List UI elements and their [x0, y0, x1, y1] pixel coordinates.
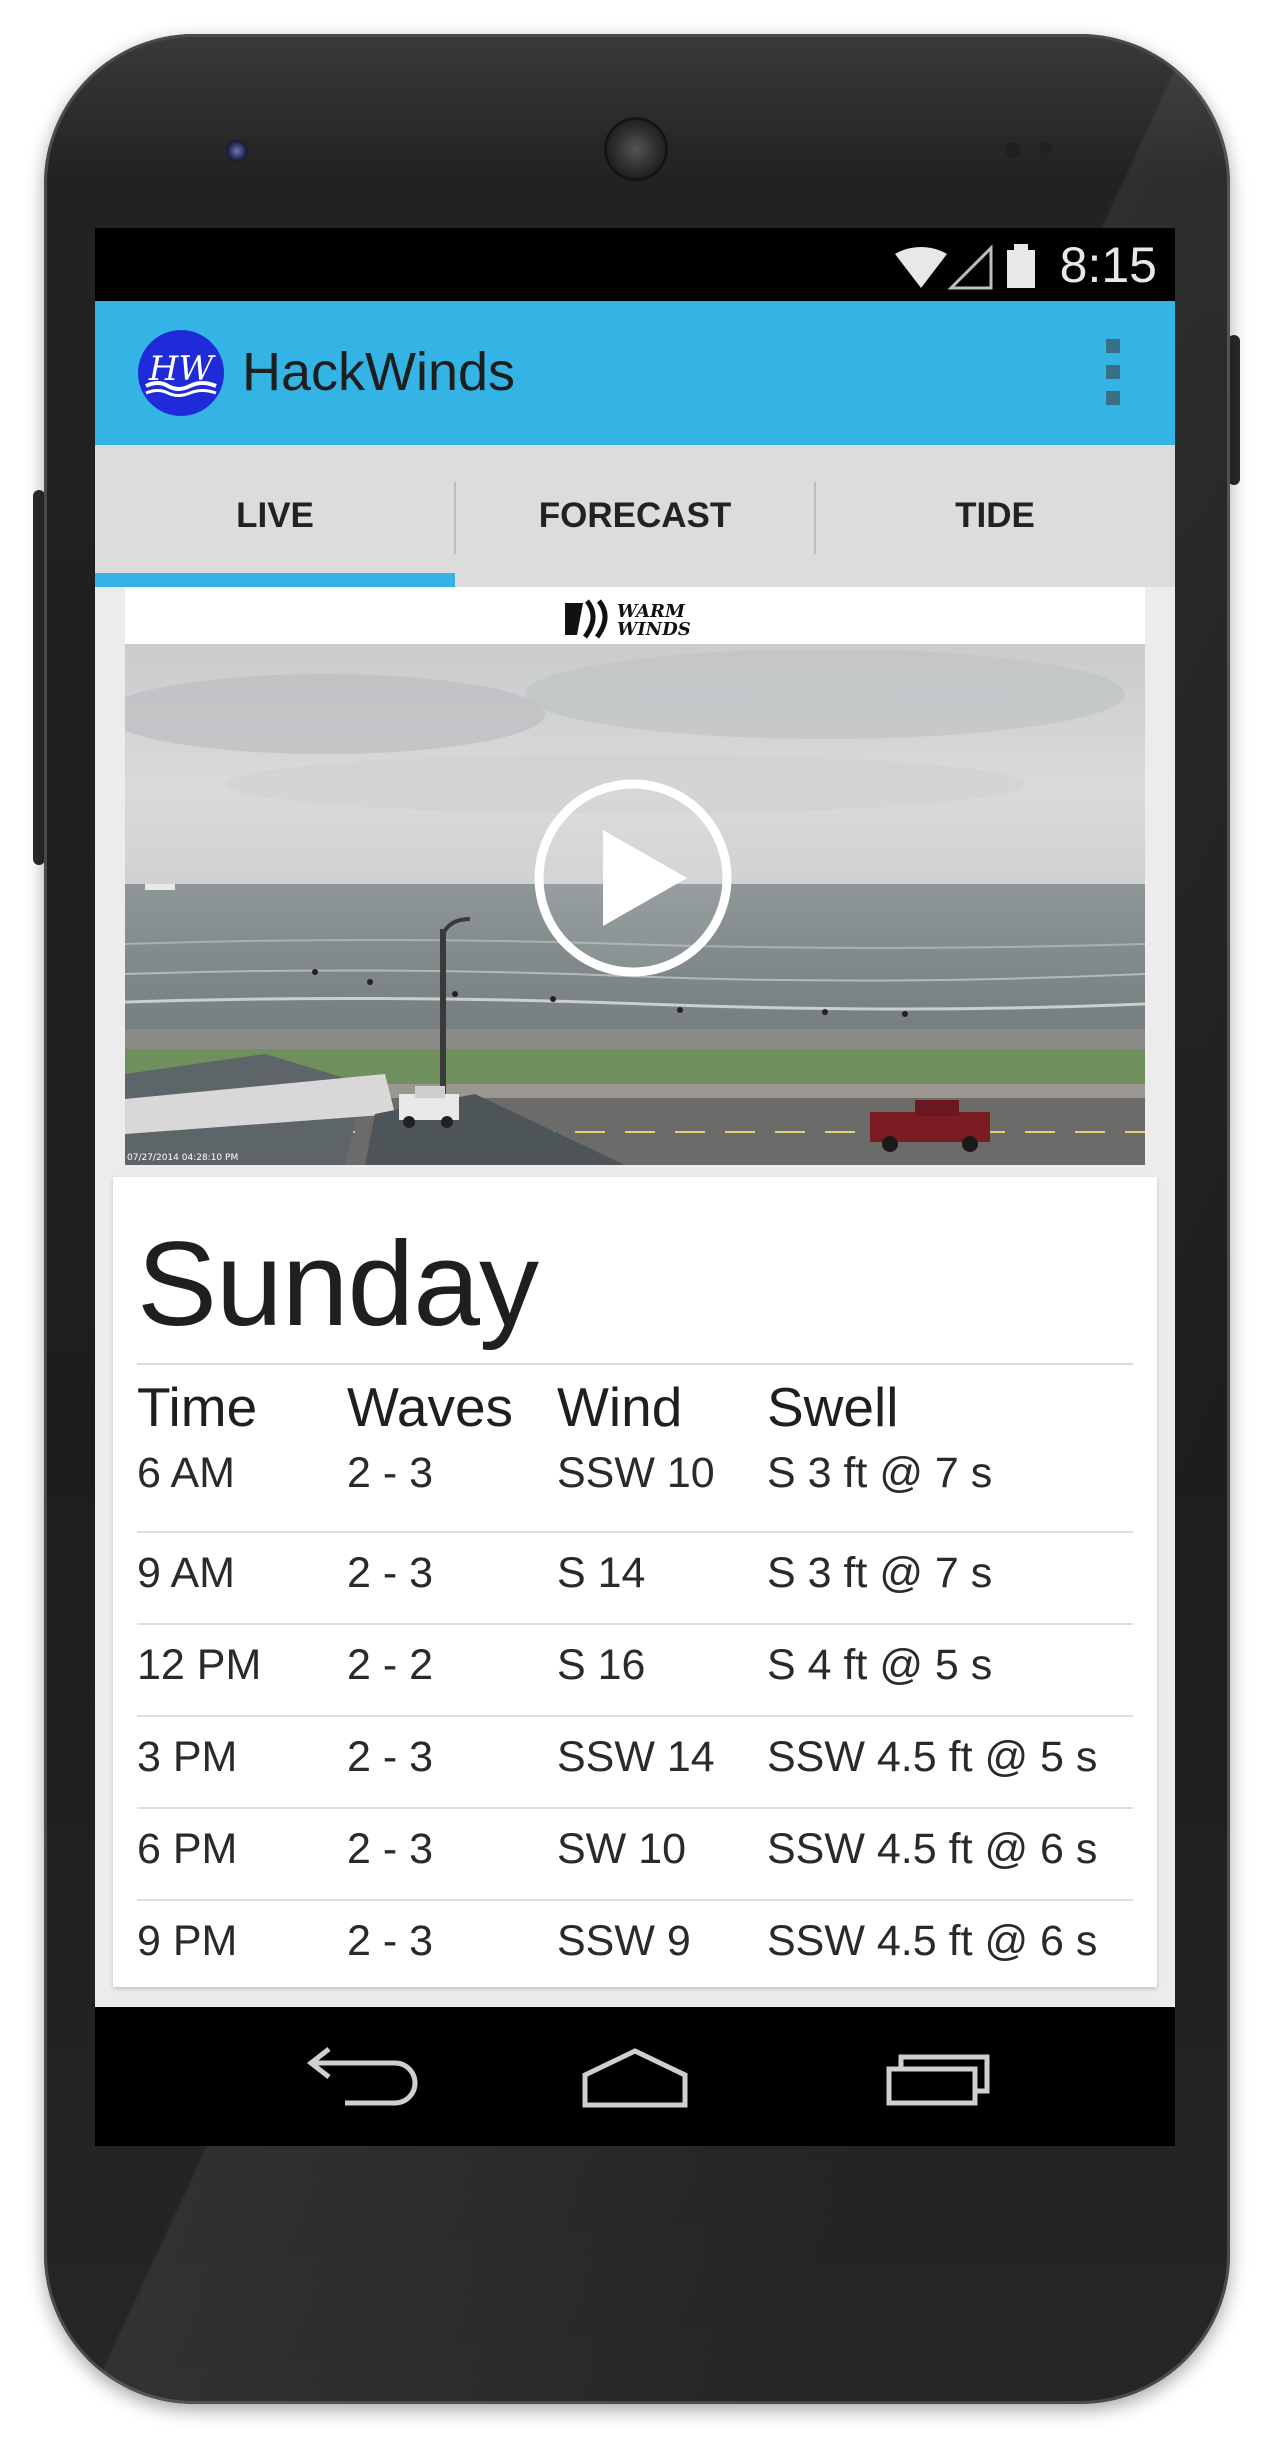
cell-time: 9 AM	[137, 1549, 235, 1597]
action-bar: HW HackWinds	[95, 301, 1175, 445]
header-wind: Wind	[557, 1376, 683, 1438]
cell-time: 3 PM	[137, 1733, 238, 1781]
home-icon[interactable]	[565, 2029, 705, 2124]
cell-waves: 2 - 3	[347, 1733, 434, 1781]
cell-waves: 2 - 3	[347, 1549, 434, 1597]
play-icon[interactable]	[534, 779, 732, 977]
cell-swell: S 4 ft @ 5 s	[767, 1641, 993, 1689]
table-row: 9 PM 2 - 3 SSW 9 SSW 4.5 ft @ 6 s	[137, 1901, 1133, 1987]
cell-time: 12 PM	[137, 1641, 262, 1689]
cell-time: 6 AM	[137, 1449, 235, 1497]
status-icons	[895, 236, 1045, 292]
cell-waves: 2 - 2	[347, 1641, 434, 1689]
header-time: Time	[137, 1376, 258, 1438]
active-tab-indicator	[95, 573, 455, 587]
app-logo-icon[interactable]: HW	[138, 330, 224, 416]
recents-icon[interactable]	[865, 2029, 1005, 2124]
table-row: 6 PM 2 - 3 SW 10 SSW 4.5 ft @ 6 s	[137, 1809, 1133, 1901]
cell-signal-icon	[947, 244, 993, 290]
camera-feed-image[interactable]: 07/27/2014 04:28:10 PM	[125, 644, 1145, 1165]
cell-swell: SSW 4.5 ft @ 6 s	[767, 1825, 1098, 1873]
cell-wind: S 14	[557, 1549, 646, 1597]
cell-waves: 2 - 3	[347, 1825, 434, 1873]
light-sensor	[1040, 142, 1052, 154]
live-content: WARM WINDS 07/27/2014 04:28:10 PM Sunday…	[95, 587, 1175, 2007]
front-camera	[226, 140, 248, 162]
table-row: 12 PM 2 - 2 S 16 S 4 ft @ 5 s	[137, 1625, 1133, 1717]
cell-wind: SSW 14	[557, 1733, 715, 1781]
tab-forecast[interactable]: FORECAST	[455, 445, 815, 587]
status-bar: 8:15	[95, 228, 1175, 301]
cell-swell: SSW 4.5 ft @ 5 s	[767, 1733, 1098, 1781]
table-row: 9 AM 2 - 3 S 14 S 3 ft @ 7 s	[137, 1533, 1133, 1625]
forecast-table: Time Waves Wind Swell 6 AM 2 - 3 SSW 10 …	[137, 1365, 1133, 1987]
cell-wind: S 16	[557, 1641, 646, 1689]
camera-card: WARM WINDS 07/27/2014 04:28:10 PM	[125, 587, 1145, 1165]
device-frame-stage: 8:15 HW HackWinds LIVE FORECAST TIDE WAR…	[0, 0, 1282, 2459]
header-waves: Waves	[347, 1376, 514, 1438]
cell-swell: S 3 ft @ 7 s	[767, 1449, 993, 1497]
earpiece-speaker	[607, 120, 665, 178]
tab-tide[interactable]: TIDE	[815, 445, 1175, 587]
brand-line-2: WINDS	[617, 619, 691, 640]
camera-timestamp: 07/27/2014 04:28:10 PM	[127, 1153, 239, 1163]
cell-wind: SSW 10	[557, 1449, 715, 1497]
tab-bar: LIVE FORECAST TIDE	[95, 445, 1175, 587]
proximity-sensor	[1005, 142, 1021, 158]
tab-live[interactable]: LIVE	[95, 445, 455, 587]
header-swell: Swell	[767, 1376, 899, 1438]
back-icon[interactable]	[285, 2029, 425, 2124]
forecast-day-title: Sunday	[137, 1217, 539, 1351]
cell-wind: SW 10	[557, 1825, 687, 1873]
table-row: 6 AM 2 - 3 SSW 10 S 3 ft @ 7 s	[137, 1441, 1133, 1533]
app-title: HackWinds	[242, 342, 516, 402]
table-row: 3 PM 2 - 3 SSW 14 SSW 4.5 ft @ 5 s	[137, 1717, 1133, 1809]
system-nav-bar	[95, 2007, 1175, 2146]
screen: 8:15 HW HackWinds LIVE FORECAST TIDE WAR…	[95, 228, 1175, 2146]
cell-wind: SSW 9	[557, 1917, 691, 1965]
cell-time: 9 PM	[137, 1917, 238, 1965]
cell-waves: 2 - 3	[347, 1917, 434, 1965]
battery-icon	[1007, 244, 1035, 288]
forecast-table-header: Time Waves Wind Swell	[137, 1365, 1133, 1441]
overflow-menu-icon[interactable]	[1103, 339, 1123, 409]
cell-time: 6 PM	[137, 1825, 238, 1873]
wifi-icon	[895, 247, 947, 288]
cell-swell: SSW 4.5 ft @ 6 s	[767, 1917, 1098, 1965]
forecast-card: Sunday Time Waves Wind Swell 6 AM 2 - 3 …	[113, 1177, 1157, 1987]
cell-waves: 2 - 3	[347, 1449, 434, 1497]
cell-swell: S 3 ft @ 7 s	[767, 1549, 993, 1597]
status-time: 8:15	[1059, 237, 1157, 293]
warm-winds-logo: WARM WINDS	[125, 587, 1145, 644]
